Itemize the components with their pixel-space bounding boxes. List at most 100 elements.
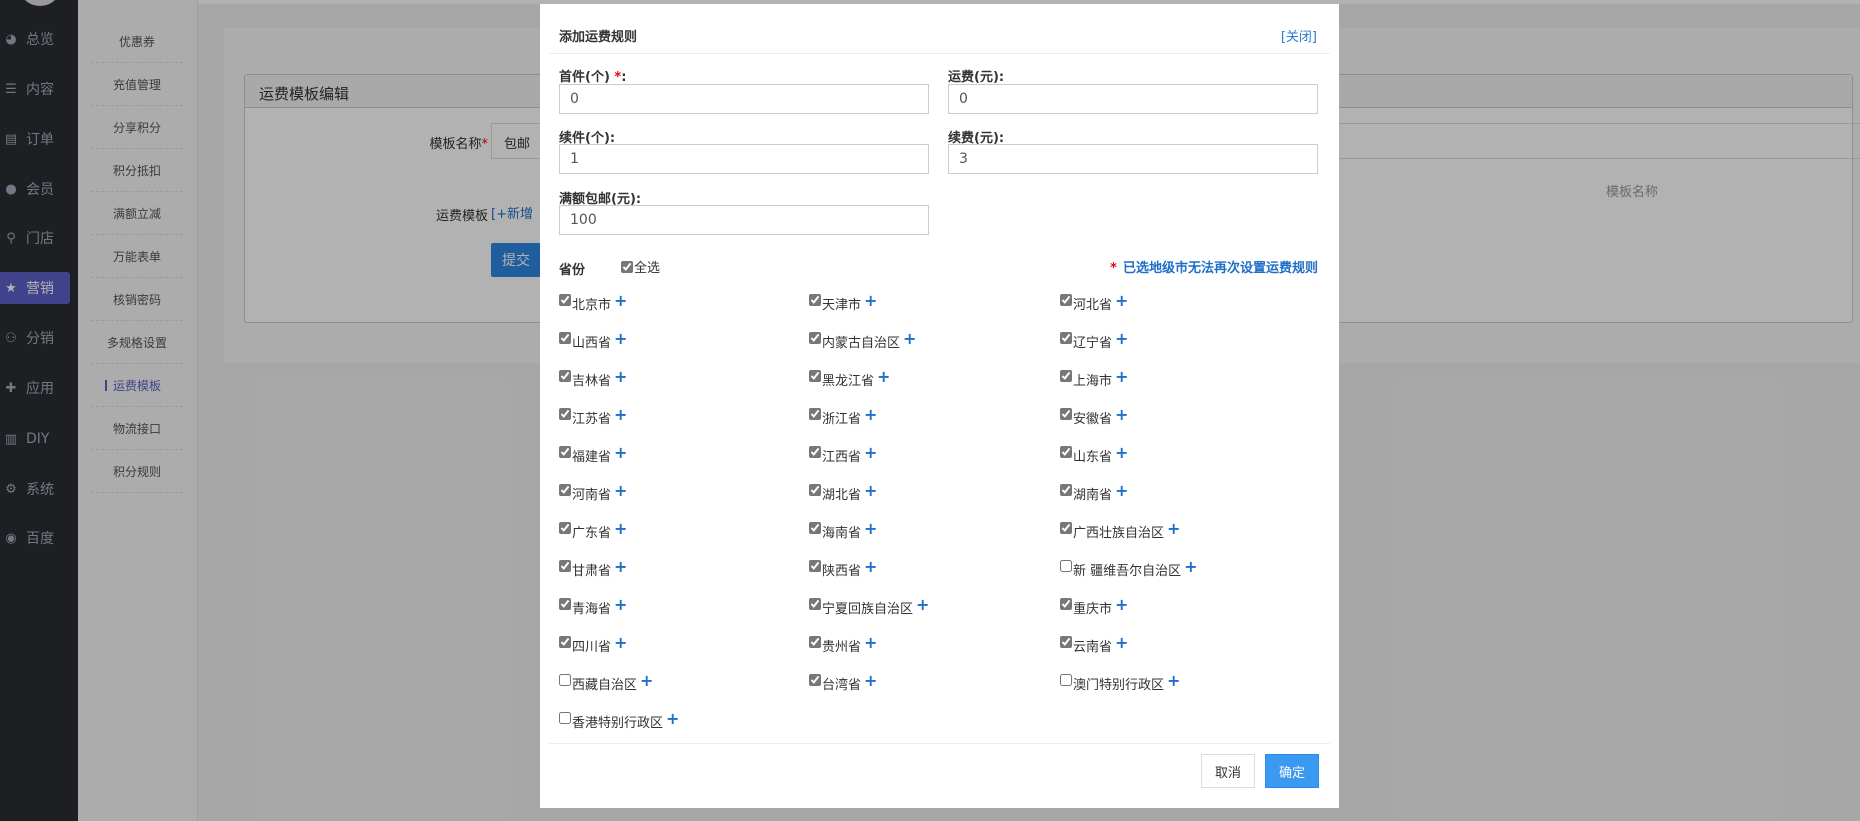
plus-icon[interactable]: +	[1115, 407, 1128, 423]
province-checkbox[interactable]	[1060, 332, 1072, 344]
province-item[interactable]: 香港特别行政区 +	[559, 711, 809, 750]
plus-icon[interactable]: +	[1115, 331, 1128, 347]
province-item[interactable]: 重庆市 +	[1060, 597, 1310, 636]
plus-icon[interactable]: +	[916, 597, 929, 613]
plus-icon[interactable]: +	[640, 673, 653, 689]
province-checkbox[interactable]	[809, 484, 821, 496]
plus-icon[interactable]: +	[864, 559, 877, 575]
plus-icon[interactable]: +	[614, 597, 627, 613]
province-checkbox[interactable]	[1060, 370, 1072, 382]
province-checkbox[interactable]	[809, 370, 821, 382]
province-item[interactable]: 云南省 +	[1060, 635, 1310, 674]
plus-icon[interactable]: +	[1115, 369, 1128, 385]
province-checkbox[interactable]	[809, 674, 821, 686]
province-item[interactable]: 山东省 +	[1060, 445, 1310, 484]
first-qty-input[interactable]	[559, 84, 929, 114]
plus-icon[interactable]: +	[614, 369, 627, 385]
province-item[interactable]: 山西省 +	[559, 331, 809, 370]
province-checkbox[interactable]	[809, 560, 821, 572]
province-checkbox[interactable]	[559, 446, 571, 458]
province-item[interactable]: 宁夏回族自治区 +	[809, 597, 1060, 636]
province-item[interactable]: 河北省 +	[1060, 293, 1310, 332]
plus-icon[interactable]: +	[1115, 483, 1128, 499]
province-checkbox[interactable]	[809, 446, 821, 458]
province-item[interactable]: 吉林省 +	[559, 369, 809, 408]
plus-icon[interactable]: +	[1115, 293, 1128, 309]
province-checkbox[interactable]	[1060, 484, 1072, 496]
province-checkbox[interactable]	[559, 560, 571, 572]
first-fee-input[interactable]	[948, 84, 1318, 114]
confirm-button[interactable]: 确定	[1265, 754, 1319, 788]
plus-icon[interactable]: +	[614, 445, 627, 461]
province-item[interactable]: 辽宁省 +	[1060, 331, 1310, 370]
province-item[interactable]: 四川省 +	[559, 635, 809, 674]
province-checkbox[interactable]	[559, 598, 571, 610]
province-checkbox[interactable]	[559, 636, 571, 648]
province-item[interactable]: 贵州省 +	[809, 635, 1060, 674]
province-item[interactable]: 西藏自治区 +	[559, 673, 809, 712]
province-checkbox[interactable]	[559, 294, 571, 306]
province-item[interactable]: 内蒙古自治区 +	[809, 331, 1060, 370]
province-checkbox[interactable]	[559, 522, 571, 534]
plus-icon[interactable]: +	[864, 483, 877, 499]
plus-icon[interactable]: +	[864, 445, 877, 461]
province-checkbox[interactable]	[1060, 560, 1072, 572]
plus-icon[interactable]: +	[1167, 673, 1180, 689]
province-checkbox[interactable]	[559, 484, 571, 496]
province-item[interactable]: 澳门特别行政区 +	[1060, 673, 1310, 712]
province-item[interactable]: 江西省 +	[809, 445, 1060, 484]
province-item[interactable]: 上海市 +	[1060, 369, 1310, 408]
province-item[interactable]: 海南省 +	[809, 521, 1060, 560]
province-item[interactable]: 陕西省 +	[809, 559, 1060, 598]
province-checkbox[interactable]	[809, 408, 821, 420]
extra-qty-input[interactable]	[559, 144, 929, 174]
province-item[interactable]: 青海省 +	[559, 597, 809, 636]
plus-icon[interactable]: +	[903, 331, 916, 347]
province-checkbox[interactable]	[809, 522, 821, 534]
province-checkbox[interactable]	[809, 294, 821, 306]
province-checkbox[interactable]	[559, 332, 571, 344]
province-item[interactable]: 天津市 +	[809, 293, 1060, 332]
select-all-box[interactable]	[621, 260, 633, 273]
province-item[interactable]: 安徽省 +	[1060, 407, 1310, 446]
plus-icon[interactable]: +	[1115, 635, 1128, 651]
plus-icon[interactable]: +	[614, 635, 627, 651]
province-item[interactable]: 广东省 +	[559, 521, 809, 560]
plus-icon[interactable]: +	[1167, 521, 1180, 537]
province-item[interactable]: 河南省 +	[559, 483, 809, 522]
province-checkbox[interactable]	[1060, 294, 1072, 306]
cancel-button[interactable]: 取消	[1201, 754, 1255, 788]
province-checkbox[interactable]	[559, 674, 571, 686]
plus-icon[interactable]: +	[864, 521, 877, 537]
plus-icon[interactable]: +	[864, 635, 877, 651]
province-checkbox[interactable]	[809, 332, 821, 344]
province-item[interactable]: 北京市 +	[559, 293, 809, 332]
plus-icon[interactable]: +	[614, 483, 627, 499]
province-checkbox[interactable]	[1060, 408, 1072, 420]
province-item[interactable]: 湖北省 +	[809, 483, 1060, 522]
plus-icon[interactable]: +	[614, 407, 627, 423]
plus-icon[interactable]: +	[614, 331, 627, 347]
province-checkbox[interactable]	[1060, 446, 1072, 458]
province-checkbox[interactable]	[809, 636, 821, 648]
plus-icon[interactable]: +	[1115, 445, 1128, 461]
plus-icon[interactable]: +	[614, 293, 627, 309]
province-checkbox[interactable]	[1060, 674, 1072, 686]
plus-icon[interactable]: +	[864, 673, 877, 689]
province-checkbox[interactable]	[809, 598, 821, 610]
plus-icon[interactable]: +	[666, 711, 679, 727]
plus-icon[interactable]: +	[864, 293, 877, 309]
plus-icon[interactable]: +	[877, 369, 890, 385]
province-checkbox[interactable]	[1060, 636, 1072, 648]
province-checkbox[interactable]	[559, 408, 571, 420]
province-checkbox[interactable]	[1060, 598, 1072, 610]
plus-icon[interactable]: +	[614, 521, 627, 537]
extra-fee-input[interactable]	[948, 144, 1318, 174]
province-checkbox[interactable]	[1060, 522, 1072, 534]
province-checkbox[interactable]	[559, 712, 571, 724]
select-all-checkbox[interactable]: 全选	[621, 257, 660, 276]
plus-icon[interactable]: +	[1115, 597, 1128, 613]
province-item[interactable]: 湖南省 +	[1060, 483, 1310, 522]
province-item[interactable]: 新 疆维吾尔自治区 +	[1060, 559, 1310, 598]
close-link[interactable]: [关闭]	[1281, 26, 1317, 45]
